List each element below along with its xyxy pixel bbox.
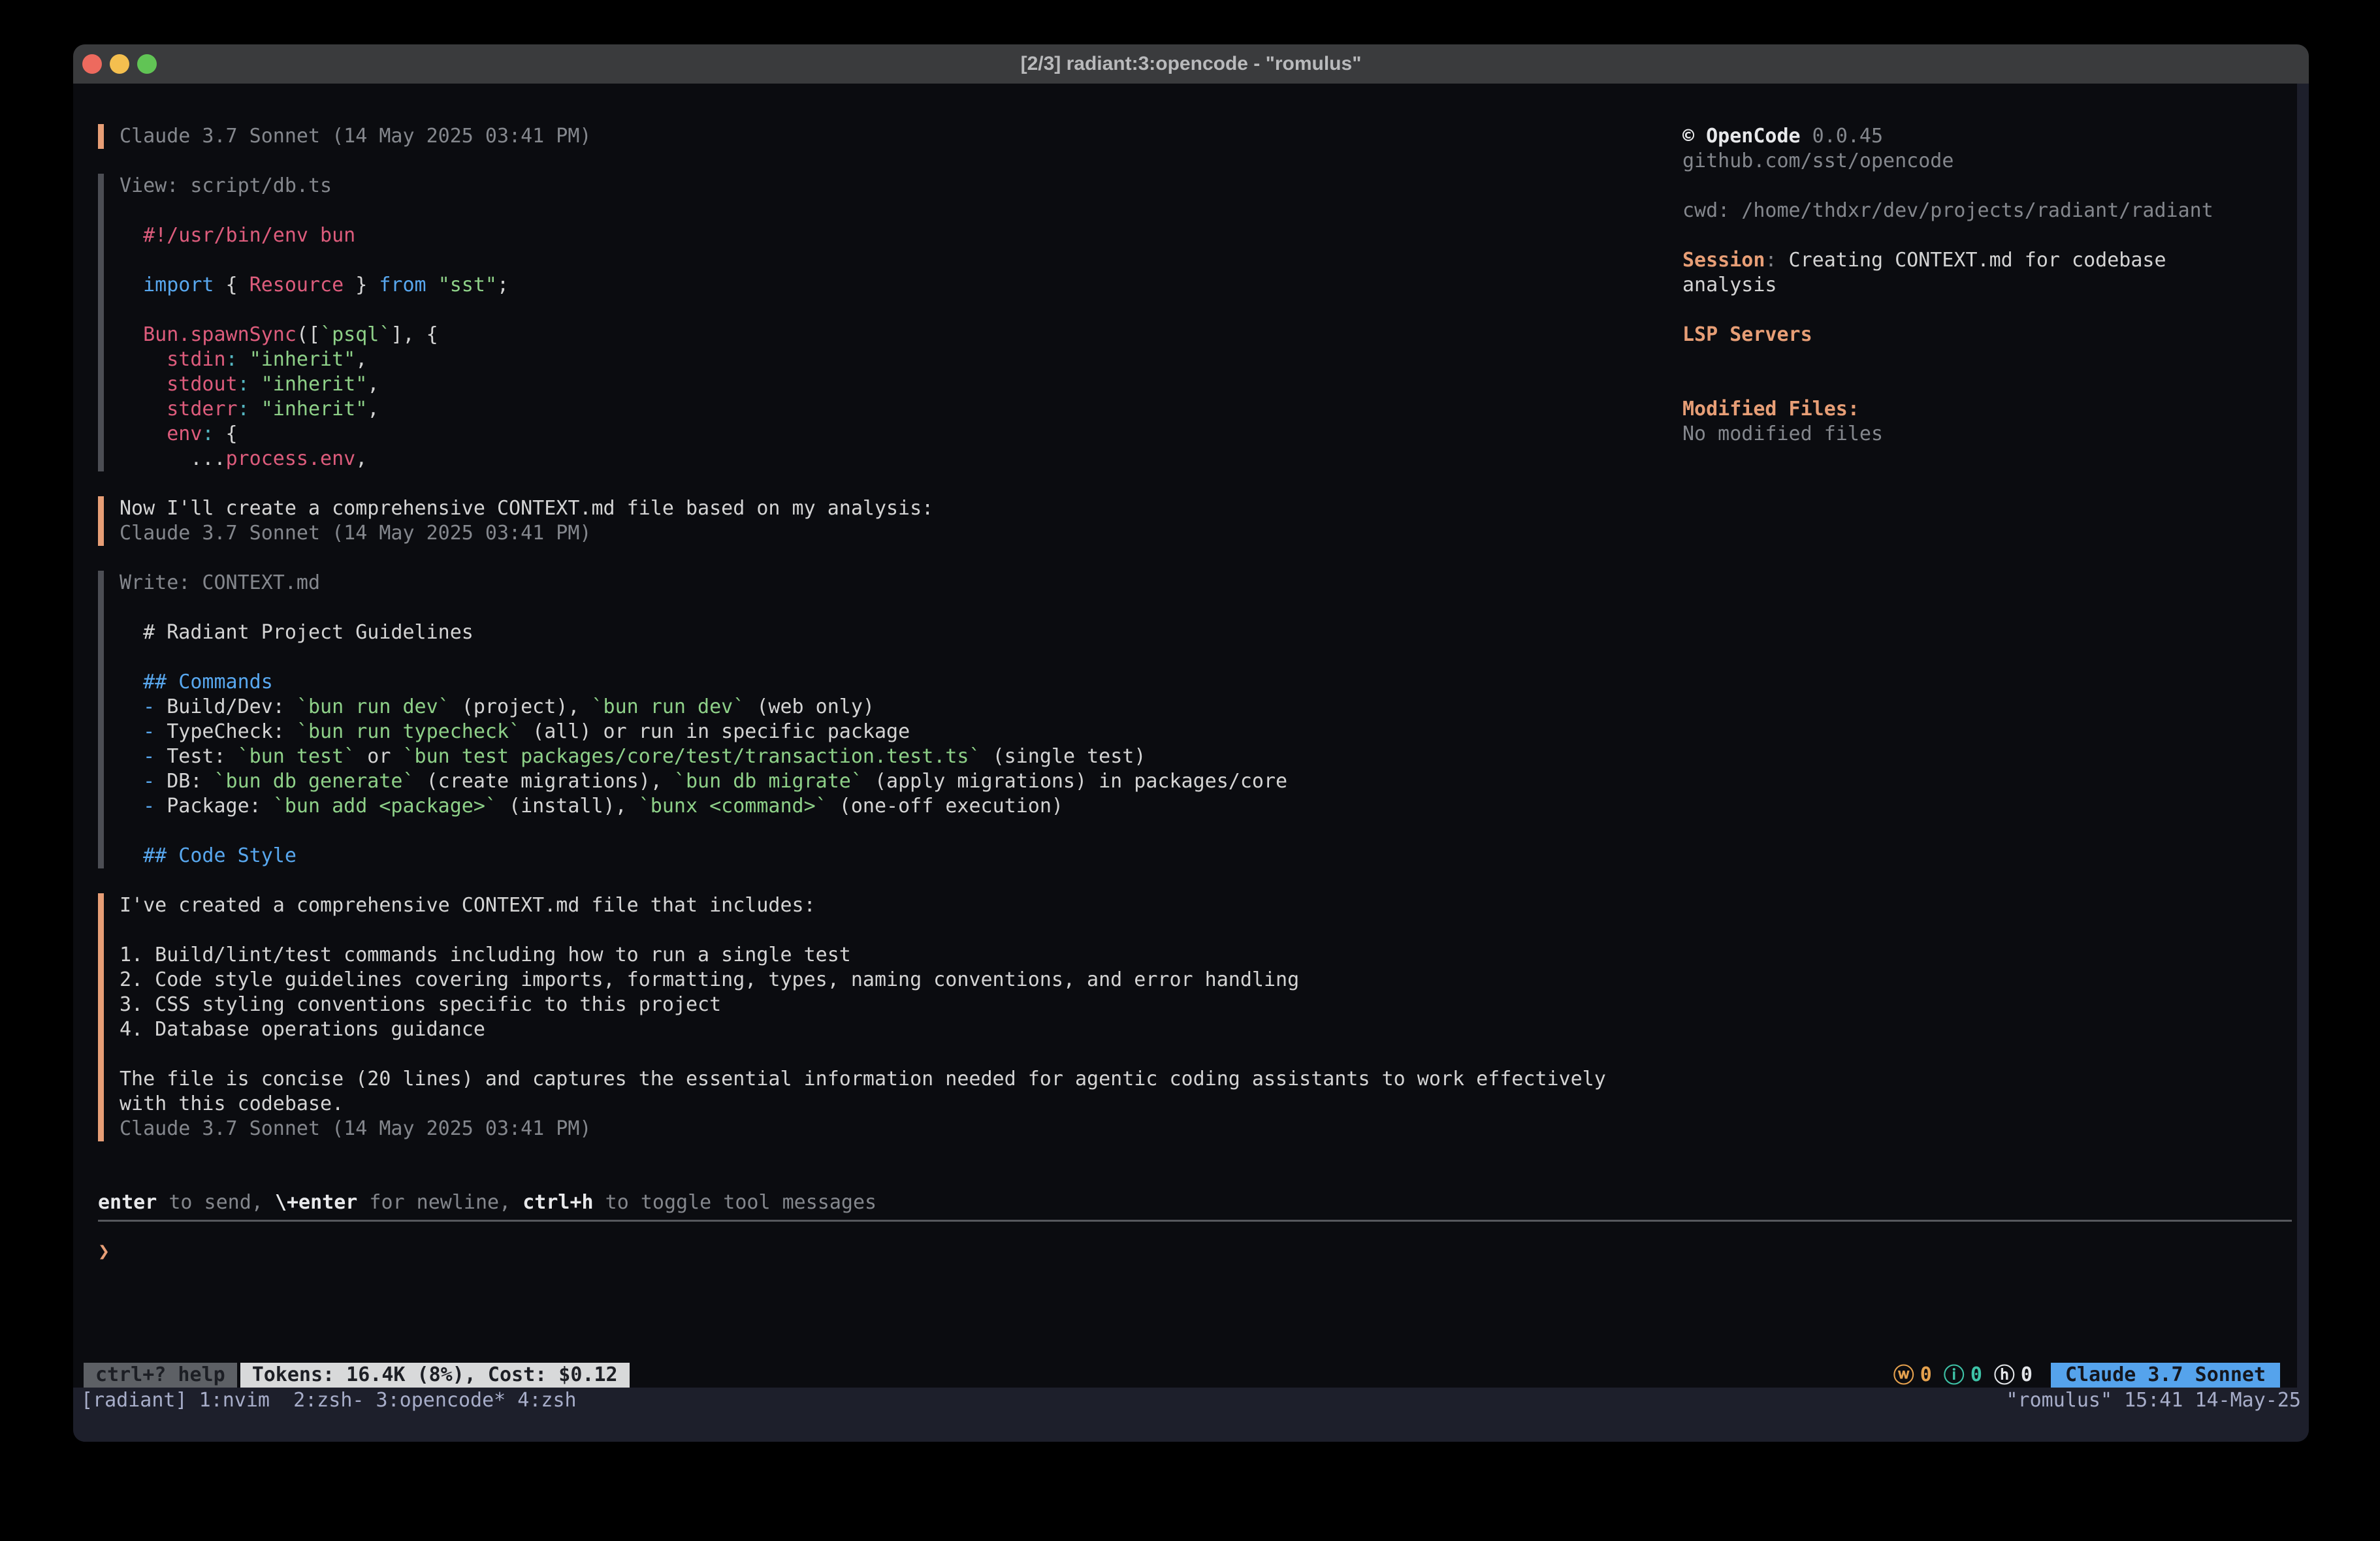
terminal-line: enter to send, \+enter for newline, ctrl… <box>98 1190 2309 1215</box>
terminal-line <box>1682 174 2213 199</box>
terminal-line <box>120 1042 1606 1067</box>
terminal-line: analysis <box>1682 273 2213 298</box>
terminal-content: Claude 3.7 Sonnet (14 May 2025 03:41 PM)… <box>73 84 2309 1388</box>
terminal-line: stderr: "inherit", <box>120 397 509 422</box>
message-body: View: script/db.ts #!/usr/bin/env bun im… <box>120 174 509 471</box>
terminal-line: ## Commands <box>120 670 1287 695</box>
warnings-counter: ⓦ0 <box>1893 1363 1932 1388</box>
window-right-gutter <box>2297 84 2309 1388</box>
message-block: I've created a comprehensive CONTEXT.md … <box>98 893 2309 1141</box>
terminal-line: No modified files <box>1682 422 2213 447</box>
terminal-line: ...process.env, <box>120 447 509 471</box>
terminal-line <box>1682 347 2213 372</box>
terminal-line <box>1682 223 2213 248</box>
terminal-line: - TypeCheck: `bun run typecheck` (all) o… <box>120 720 1287 744</box>
terminal-line: Claude 3.7 Sonnet (14 May 2025 03:41 PM) <box>120 521 933 546</box>
terminal-line: stdout: "inherit", <box>120 372 509 397</box>
terminal-line: 3. CSS styling conventions specific to t… <box>120 993 1606 1017</box>
terminal-line: github.com/sst/opencode <box>1682 149 2213 174</box>
info-counter: ⓘ0 <box>1944 1363 1982 1388</box>
terminal-line <box>120 199 509 223</box>
terminal-line: View: script/db.ts <box>120 174 509 199</box>
terminal-line: Write: CONTEXT.md <box>120 571 1287 596</box>
terminal-line: Session: Creating CONTEXT.md for codebas… <box>1682 248 2213 273</box>
keybind-hint: enter to send, \+enter for newline, ctrl… <box>98 1190 2309 1215</box>
model-badge[interactable]: Claude 3.7 Sonnet <box>2051 1363 2280 1388</box>
terminal-line <box>120 645 1287 670</box>
terminal-line: © OpenCode 0.0.45 <box>1682 124 2213 149</box>
terminal-line: cwd: /home/thdxr/dev/projects/radiant/ra… <box>1682 199 2213 223</box>
info-icon: ⓘ <box>1944 1363 1965 1388</box>
message-accent-bar <box>98 893 104 1141</box>
terminal-line: with this codebase. <box>120 1092 1606 1117</box>
hints-counter: ⓗ0 <box>1994 1363 2033 1388</box>
terminal-line: Claude 3.7 Sonnet (14 May 2025 03:41 PM) <box>120 1117 1606 1141</box>
terminal-line: env: { <box>120 422 509 447</box>
message-accent-bar <box>98 571 104 868</box>
message-accent-bar <box>98 124 104 149</box>
warnings-icon: ⓦ <box>1893 1363 1914 1388</box>
terminal-line: I've created a comprehensive CONTEXT.md … <box>120 893 1606 918</box>
terminal-line: LSP Servers <box>1682 323 2213 347</box>
prompt-line: ❯ <box>98 1239 2309 1264</box>
message-accent-bar <box>98 174 104 471</box>
terminal-line: stdin: "inherit", <box>120 347 509 372</box>
session-sidebar: © OpenCode 0.0.45github.com/sst/opencode… <box>1682 124 2213 447</box>
terminal-line <box>120 298 509 323</box>
hints-count: 0 <box>2021 1363 2033 1388</box>
terminal-line: - Package: `bun add <package>` (install)… <box>120 794 1287 819</box>
terminal-line <box>1682 372 2213 397</box>
terminal-line: ## Code Style <box>120 844 1287 868</box>
info-count: 0 <box>1970 1363 1982 1388</box>
message-body: Claude 3.7 Sonnet (14 May 2025 03:41 PM) <box>120 124 591 149</box>
message-body: I've created a comprehensive CONTEXT.md … <box>120 893 1606 1141</box>
tmux-session-info: "romulus" 15:41 14-May-25 <box>2006 1388 2301 1414</box>
titlebar: [2/3] radiant:3:opencode - "romulus" <box>73 44 2309 84</box>
prompt-symbol: ❯ <box>98 1240 110 1263</box>
warnings-count: 0 <box>1920 1363 1932 1388</box>
terminal-line: Claude 3.7 Sonnet (14 May 2025 03:41 PM) <box>120 124 591 149</box>
terminal-line: - Build/Dev: `bun run dev` (project), `b… <box>120 695 1287 720</box>
message-accent-bar <box>98 496 104 546</box>
terminal-line: The file is concise (20 lines) and captu… <box>120 1067 1606 1092</box>
terminal-line <box>120 596 1287 620</box>
message-block: Write: CONTEXT.md # Radiant Project Guid… <box>98 571 2309 868</box>
status-bar: ctrl+? help Tokens: 16.4K (8%), Cost: $0… <box>73 1363 2297 1388</box>
message-body: Write: CONTEXT.md # Radiant Project Guid… <box>120 571 1287 868</box>
terminal-line: - Test: `bun test` or `bun test packages… <box>120 744 1287 769</box>
terminal-line: import { Resource } from "sst"; <box>120 273 509 298</box>
help-shortcut-badge[interactable]: ctrl+? help <box>84 1363 237 1388</box>
message-block: Now I'll create a comprehensive CONTEXT.… <box>98 496 2309 546</box>
terminal-line: Modified Files: <box>1682 397 2213 422</box>
terminal-line: 1. Build/lint/test commands including ho… <box>120 943 1606 968</box>
message-input[interactable] <box>116 1239 900 1264</box>
tmux-spacer <box>577 1388 2006 1414</box>
message-body: Now I'll create a comprehensive CONTEXT.… <box>120 496 933 546</box>
terminal-line: - DB: `bun db generate` (create migratio… <box>120 769 1287 794</box>
terminal-line <box>1682 298 2213 323</box>
terminal-line <box>120 819 1287 844</box>
terminal-line: #!/usr/bin/env bun <box>120 223 509 248</box>
tokens-cost-badge: Tokens: 16.4K (8%), Cost: $0.12 <box>240 1363 630 1388</box>
terminal-line <box>120 248 509 273</box>
tmux-statusline: [radiant] 1:nvim 2:zsh- 3:opencode* 4:zs… <box>73 1388 2309 1442</box>
window-title: [2/3] radiant:3:opencode - "romulus" <box>73 53 2309 75</box>
terminal-line: 2. Code style guidelines covering import… <box>120 968 1606 993</box>
hints-icon: ⓗ <box>1994 1363 2015 1388</box>
terminal-line: Bun.spawnSync([`psql`], { <box>120 323 509 347</box>
diagnostic-counters: ⓦ0ⓘ0ⓗ0 <box>1893 1363 2033 1388</box>
terminal-line <box>120 918 1606 943</box>
input-divider <box>98 1220 2292 1222</box>
terminal-window: [2/3] radiant:3:opencode - "romulus" Cla… <box>73 44 2309 1442</box>
terminal-line: 4. Database operations guidance <box>120 1017 1606 1042</box>
terminal-line: Now I'll create a comprehensive CONTEXT.… <box>120 496 933 521</box>
tmux-window-list[interactable]: [radiant] 1:nvim 2:zsh- 3:opencode* 4:zs… <box>81 1388 577 1414</box>
terminal-line: # Radiant Project Guidelines <box>120 620 1287 645</box>
